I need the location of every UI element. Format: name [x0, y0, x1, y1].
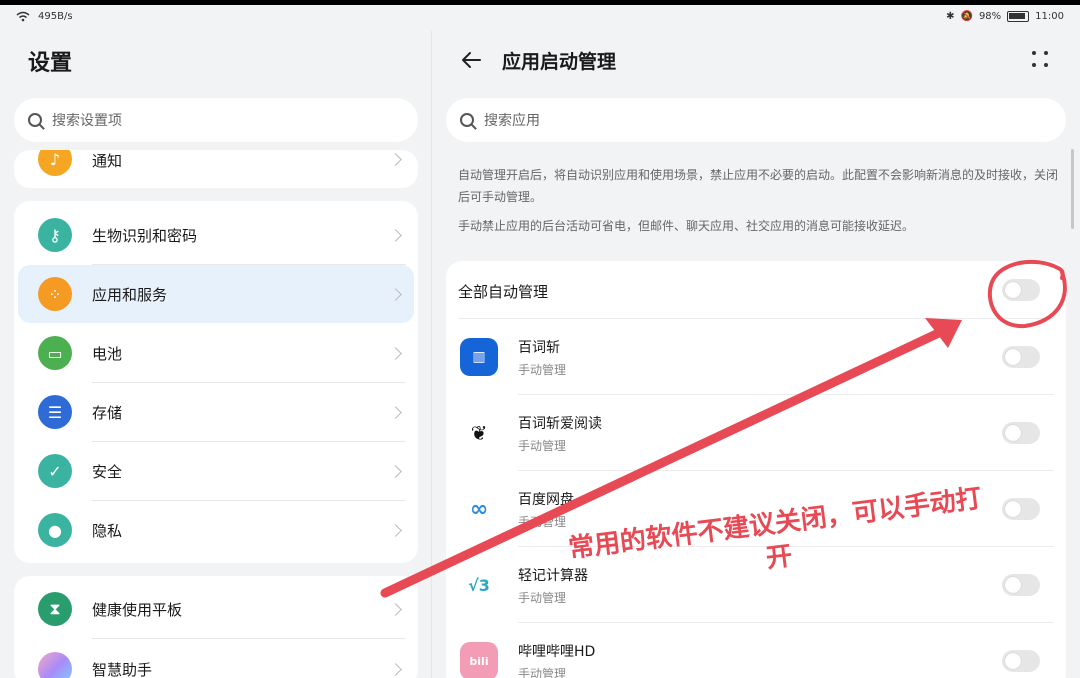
more-options-icon[interactable] — [1032, 51, 1050, 69]
chevron-right-icon — [389, 153, 402, 166]
wifi-icon — [16, 11, 30, 22]
list-item: ▥ 百词斩 手动管理 — [446, 319, 1066, 395]
clock: 11:00 — [1035, 11, 1064, 22]
description-auto: 自动管理开启后，将自动识别应用和使用场景，禁止应用不必要的启动。此配置不会影响新… — [458, 168, 1059, 204]
settings-group-top: ♪ 通知 — [14, 150, 418, 188]
chevron-right-icon — [389, 603, 402, 616]
app-launch-title: 应用启动管理 — [502, 51, 617, 73]
status-bar: 495B/s ✱ 🔕 98% 11:00 — [0, 5, 1080, 31]
app-search-input[interactable]: 搜索应用 — [446, 98, 1066, 142]
settings-panel: 设置 搜索设置项 ♪ 通知 ⚷ 生物识别和密码 ⁘ 应用和服务 ▭ 电池 ☰ 存… — [0, 31, 432, 678]
battery-percent: 98% — [978, 11, 1002, 22]
sidebar-item-digital-balance[interactable]: ⧗ 健康使用平板 — [14, 580, 418, 638]
assistant-icon — [38, 652, 72, 678]
app-icon: ▥ — [460, 338, 498, 376]
sidebar-item-storage[interactable]: ☰ 存储 — [14, 383, 418, 441]
app-status: 手动管理 — [518, 439, 567, 453]
app-toggle[interactable] — [1002, 650, 1040, 672]
description-manual: 手动禁止应用的后台活动可省电，但邮件、聊天应用、社交应用的消息可能接收延迟。 — [458, 219, 915, 233]
list-item: bili 哔哩哔哩HD 手动管理 — [446, 623, 1066, 678]
app-toggle[interactable] — [1002, 574, 1040, 596]
settings-search-input[interactable]: 搜索设置项 — [14, 98, 418, 142]
sidebar-item-apps-services[interactable]: ⁘ 应用和服务 — [14, 265, 418, 323]
sidebar-item-assistant[interactable]: 智慧助手 — [14, 640, 418, 678]
battery-icon — [1007, 11, 1030, 22]
mute-icon: 🔕 — [960, 11, 973, 22]
divider — [92, 638, 406, 639]
hourglass-icon: ⧗ — [38, 592, 72, 626]
app-name: 百词斩 — [518, 340, 560, 356]
app-status: 手动管理 — [518, 667, 567, 678]
chevron-right-icon — [389, 524, 402, 537]
network-speed: 495B/s — [38, 11, 73, 22]
search-icon — [460, 113, 474, 127]
bell-icon: ♪ — [38, 150, 72, 176]
chevron-right-icon — [389, 465, 402, 478]
back-arrow-icon[interactable] — [458, 47, 484, 73]
chevron-right-icon — [389, 406, 402, 419]
app-status: 手动管理 — [518, 363, 567, 377]
chevron-right-icon — [389, 347, 402, 360]
all-auto-manage-row: 全部自动管理 — [446, 261, 1066, 319]
all-auto-manage-label: 全部自动管理 — [458, 283, 549, 301]
settings-group-main: ⚷ 生物识别和密码 ⁘ 应用和服务 ▭ 电池 ☰ 存储 ✓ 安全 ● 隐私 — [14, 201, 418, 563]
scrollbar[interactable] — [1071, 149, 1074, 229]
sidebar-item-battery[interactable]: ▭ 电池 — [14, 323, 418, 383]
key-icon: ⚷ — [38, 218, 72, 252]
storage-icon: ☰ — [38, 395, 72, 429]
settings-group-bottom: ⧗ 健康使用平板 智慧助手 — [14, 576, 418, 678]
sidebar-item-security[interactable]: ✓ 安全 — [14, 442, 418, 500]
sidebar-item-biometrics[interactable]: ⚷ 生物识别和密码 — [14, 205, 418, 265]
chevron-right-icon — [389, 229, 402, 242]
sidebar-item-notification[interactable]: ♪ 通知 — [14, 150, 418, 182]
app-name: 百词斩爱阅读 — [518, 416, 602, 432]
app-name: 百度网盘 — [518, 492, 574, 508]
chevron-right-icon — [389, 663, 402, 676]
app-icon: ❦ — [460, 414, 498, 452]
app-icon: bili — [460, 642, 498, 678]
privacy-icon: ● — [38, 513, 72, 547]
app-status: 手动管理 — [518, 515, 567, 529]
all-auto-manage-toggle[interactable] — [1002, 279, 1040, 301]
app-icon: √3 — [460, 566, 498, 604]
app-icon: ∞ — [460, 490, 498, 528]
search-icon — [28, 113, 42, 127]
list-item: ❦ 百词斩爱阅读 手动管理 — [446, 395, 1066, 471]
bluetooth-icon: ✱ — [946, 11, 955, 22]
app-name: 哔哩哔哩HD — [518, 644, 596, 660]
app-list-card: 全部自动管理 ▥ 百词斩 手动管理 ❦ 百词斩爱阅读 手动管理 ∞ 百度网盘 手… — [446, 261, 1066, 678]
battery-icon: ▭ — [38, 336, 72, 370]
app-toggle[interactable] — [1002, 422, 1040, 444]
selected-highlight — [18, 265, 414, 323]
shield-icon: ✓ — [38, 454, 72, 488]
apps-icon: ⁘ — [38, 277, 72, 311]
page-title: 设置 — [28, 51, 73, 76]
sidebar-item-privacy[interactable]: ● 隐私 — [14, 501, 418, 559]
app-toggle[interactable] — [1002, 346, 1040, 368]
